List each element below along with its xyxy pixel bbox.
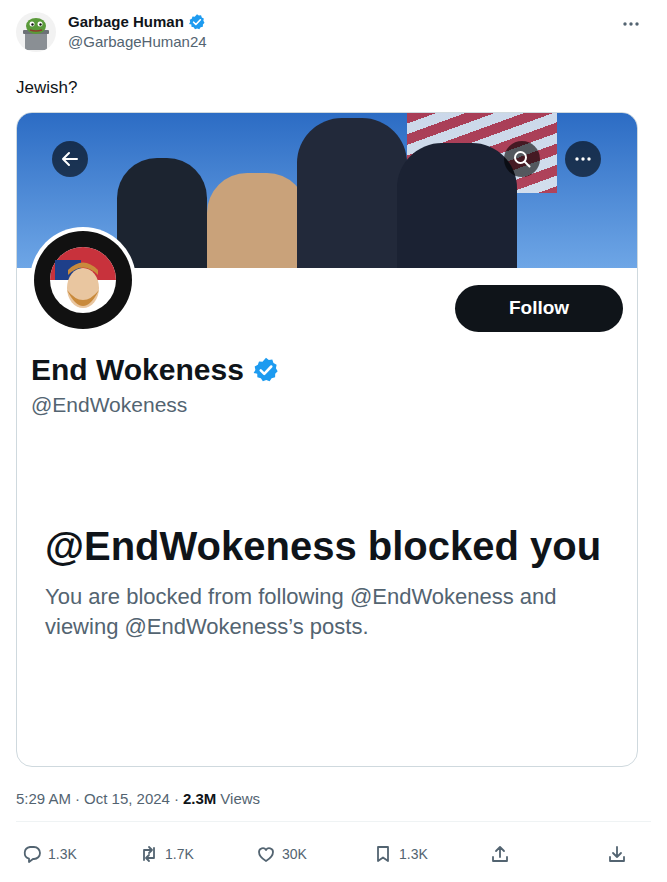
verified-badge-icon <box>188 13 206 31</box>
action-bookmark[interactable]: 1.3K <box>373 844 490 864</box>
separator: · <box>75 789 80 809</box>
action-like[interactable]: 30K <box>256 844 373 864</box>
repost-count: 1.7K <box>165 844 194 864</box>
blocked-title: @EndWokeness blocked you <box>45 518 609 574</box>
views-count: 2.3M <box>183 789 216 809</box>
divider <box>16 821 651 822</box>
repost-icon[interactable] <box>139 844 159 864</box>
post-header: Garbage Human @GarbageHuman24 <box>0 0 667 52</box>
download-icon[interactable] <box>607 844 627 864</box>
reply-count: 1.3K <box>48 844 77 864</box>
post-meta: 5:29 AM · Oct 15, 2024 · 2.3M Views <box>0 789 667 821</box>
like-count: 30K <box>282 844 307 864</box>
verified-badge-icon <box>252 356 280 384</box>
share-icon[interactable] <box>490 844 510 864</box>
action-share[interactable] <box>490 844 607 864</box>
profile-handle: @EndWokeness <box>31 392 623 418</box>
search-icon[interactable] <box>504 141 540 177</box>
action-repost[interactable]: 1.7K <box>139 844 256 864</box>
views-label: Views <box>220 789 260 809</box>
action-bar: 1.3K 1.7K 30K 1.3K <box>0 844 667 864</box>
author-name[interactable]: Garbage Human <box>68 12 184 32</box>
post-text: Jewish? <box>16 76 651 100</box>
more-icon[interactable] <box>621 14 641 34</box>
blocked-message: You are blocked from following @EndWoken… <box>45 582 609 642</box>
post-time[interactable]: 5:29 AM <box>16 789 71 809</box>
separator: · <box>174 789 179 809</box>
post-date[interactable]: Oct 15, 2024 <box>84 789 170 809</box>
author-handle[interactable]: @GarbageHuman24 <box>68 32 207 52</box>
bookmark-icon[interactable] <box>373 844 393 864</box>
follow-button[interactable]: Follow <box>455 285 623 332</box>
profile-name: End Wokeness <box>31 352 244 388</box>
post: Garbage Human @GarbageHuman24 Jewish? <box>0 0 667 882</box>
reply-icon[interactable] <box>22 844 42 864</box>
embedded-card[interactable]: Follow End Wokeness @EndWokeness @EndWok… <box>16 112 638 767</box>
action-reply[interactable]: 1.3K <box>22 844 139 864</box>
like-icon[interactable] <box>256 844 276 864</box>
profile-more-icon[interactable] <box>565 141 601 177</box>
author-avatar-icon[interactable] <box>16 12 56 52</box>
back-icon[interactable] <box>52 141 88 177</box>
action-download[interactable] <box>607 844 627 864</box>
profile-avatar-icon[interactable] <box>30 227 136 333</box>
bookmark-count: 1.3K <box>399 844 428 864</box>
